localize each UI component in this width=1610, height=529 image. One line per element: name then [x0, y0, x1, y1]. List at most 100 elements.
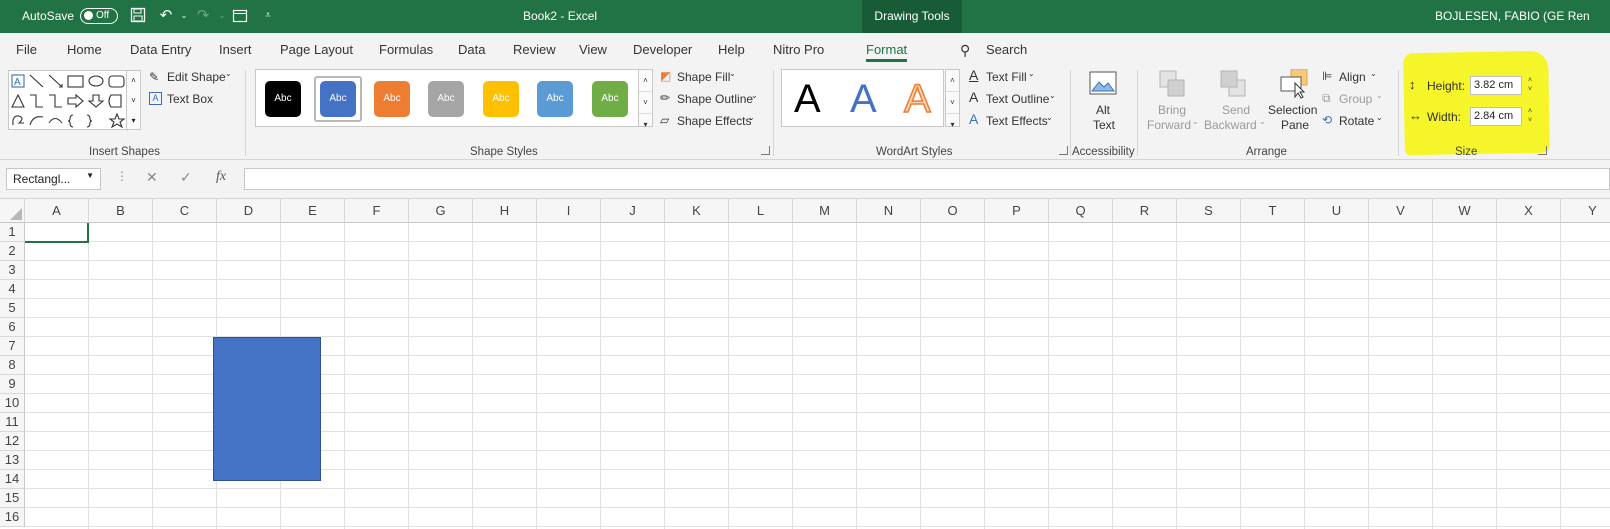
style-swatch-black[interactable]: Abc	[265, 81, 301, 117]
search-label[interactable]: Search	[986, 42, 1027, 57]
tab-developer[interactable]: Developer	[633, 42, 692, 57]
more-icon[interactable]: ▾	[639, 114, 652, 136]
undo-icon[interactable]: ↶	[156, 7, 176, 25]
column-header-c[interactable]: C	[153, 199, 217, 223]
column-header-h[interactable]: H	[473, 199, 537, 223]
shapes-icons[interactable]: A	[9, 71, 134, 131]
column-header-y[interactable]: Y	[1561, 199, 1610, 223]
column-header-o[interactable]: O	[921, 199, 985, 223]
text-fill-button[interactable]: Text Fill	[986, 70, 1027, 84]
column-header-v[interactable]: V	[1369, 199, 1433, 223]
column-header-n[interactable]: N	[857, 199, 921, 223]
customize-toolbar-icon[interactable]: ⩡	[258, 7, 278, 25]
shape-styles-launcher-icon[interactable]	[761, 146, 770, 155]
select-all-corner[interactable]	[0, 199, 25, 223]
column-header-w[interactable]: W	[1433, 199, 1497, 223]
wordart-style-blue[interactable]: A	[850, 75, 877, 123]
row-header-12[interactable]: 12	[0, 432, 25, 451]
insert-function-icon[interactable]: fx	[216, 169, 226, 185]
save-icon[interactable]	[128, 7, 148, 25]
width-spinner[interactable]: ˄ ˅	[1524, 107, 1536, 126]
align-button[interactable]: Align	[1339, 70, 1366, 84]
wordart-launcher-icon[interactable]	[1059, 146, 1068, 155]
wordart-style-orange[interactable]: A	[903, 75, 931, 123]
column-header-b[interactable]: B	[89, 199, 153, 223]
column-header-t[interactable]: T	[1241, 199, 1305, 223]
tab-insert[interactable]: Insert	[219, 42, 252, 57]
style-swatch-gray[interactable]: Abc	[428, 81, 464, 117]
row-header-3[interactable]: 3	[0, 261, 25, 280]
row-header-16[interactable]: 16	[0, 508, 25, 527]
selection-pane-label-2[interactable]: Pane	[1281, 118, 1309, 132]
rotate-dropdown-icon[interactable]: ⌄	[1376, 113, 1383, 122]
tab-data[interactable]: Data	[458, 42, 485, 57]
name-box[interactable]: Rectangl... ▼	[6, 168, 101, 190]
text-effects-dropdown-icon[interactable]: ⌄	[1046, 113, 1053, 122]
selection-pane-icon[interactable]	[1280, 68, 1308, 99]
tab-page-layout[interactable]: Page Layout	[280, 42, 353, 57]
text-effects-button[interactable]: Text Effects	[986, 114, 1048, 128]
shapes-gallery-scroll[interactable]: ˄ ˅ ▾	[126, 70, 141, 130]
row-header-14[interactable]: 14	[0, 470, 25, 489]
column-header-u[interactable]: U	[1305, 199, 1369, 223]
row-header-15[interactable]: 15	[0, 489, 25, 508]
column-header-l[interactable]: L	[729, 199, 793, 223]
scroll-up-icon[interactable]: ˄	[639, 70, 652, 92]
tab-view[interactable]: View	[579, 42, 607, 57]
width-input[interactable]: 2.84 cm	[1470, 107, 1522, 126]
worksheet-grid[interactable]: ABCDEFGHIJKLMNOPQRSTUVWXY 1 2 3 4 5 6 7 8 9 10 11 1…	[0, 198, 1610, 529]
rotate-button[interactable]: Rotate	[1339, 114, 1374, 128]
text-box-button[interactable]: Text Box	[167, 92, 213, 106]
row-header-6[interactable]: 6	[0, 318, 25, 337]
shape-effects-button[interactable]: Shape Effects	[677, 114, 752, 128]
formula-bar-grip-icon[interactable]: ⋮	[116, 169, 128, 183]
style-swatch-light-blue[interactable]: Abc	[537, 81, 573, 117]
style-swatch-gold[interactable]: Abc	[483, 81, 519, 117]
tab-nitro-pro[interactable]: Nitro Pro	[773, 42, 824, 57]
wordart-scroll[interactable]: ˄ ˅ ▾	[945, 69, 960, 129]
formula-input[interactable]	[244, 168, 1610, 190]
shape-outline-dropdown-icon[interactable]: ⌄	[751, 91, 758, 100]
column-header-m[interactable]: M	[793, 199, 857, 223]
tab-help[interactable]: Help	[718, 42, 745, 57]
enter-icon[interactable]: ✓	[180, 169, 192, 186]
column-header-k[interactable]: K	[665, 199, 729, 223]
shape-outline-button[interactable]: Shape Outline	[677, 92, 753, 106]
scroll-down-icon[interactable]: ˅	[639, 92, 652, 114]
column-header-g[interactable]: G	[409, 199, 473, 223]
text-fill-dropdown-icon[interactable]: ⌄	[1028, 69, 1035, 78]
height-spinner[interactable]: ˄ ˅	[1524, 76, 1536, 95]
shape-styles-scroll[interactable]: ˄ ˅ ▾	[638, 69, 653, 129]
edit-shape-button[interactable]: Edit Shape	[167, 70, 226, 84]
shapes-gallery[interactable]: A	[8, 70, 134, 131]
row-header-7[interactable]: 7	[0, 337, 25, 356]
tab-data-entry[interactable]: Data Entry	[130, 42, 191, 57]
alt-text-icon[interactable]	[1089, 71, 1117, 97]
tab-formulas[interactable]: Formulas	[379, 42, 433, 57]
column-header-i[interactable]: I	[537, 199, 601, 223]
row-header-8[interactable]: 8	[0, 356, 25, 375]
column-header-x[interactable]: X	[1497, 199, 1561, 223]
rectangle-shape[interactable]	[213, 337, 321, 481]
tab-home[interactable]: Home	[67, 42, 102, 57]
row-header-2[interactable]: 2	[0, 242, 25, 261]
form-icon[interactable]	[230, 7, 250, 25]
column-header-s[interactable]: S	[1177, 199, 1241, 223]
row-header-1[interactable]: 1	[0, 223, 25, 242]
wordart-style-black[interactable]: A	[794, 75, 821, 123]
user-name[interactable]: BOJLESEN, FABIO (GE Ren	[1435, 9, 1590, 23]
selection-pane-label-1[interactable]: Selection	[1268, 103, 1317, 117]
search-icon[interactable]: ⚲	[960, 42, 970, 59]
align-dropdown-icon[interactable]: ⌄	[1370, 69, 1377, 78]
tab-file[interactable]: File	[16, 42, 37, 57]
name-box-dropdown-icon[interactable]: ▼	[86, 171, 94, 180]
height-input[interactable]: 3.82 cm	[1470, 76, 1522, 95]
cancel-icon[interactable]: ✕	[146, 169, 158, 186]
column-header-d[interactable]: D	[217, 199, 281, 223]
column-header-a[interactable]: A	[25, 199, 89, 223]
undo-dropdown-icon[interactable]: ⌄	[174, 7, 194, 25]
column-header-r[interactable]: R	[1113, 199, 1177, 223]
column-header-j[interactable]: J	[601, 199, 665, 223]
autosave-toggle[interactable]: Off	[80, 8, 118, 24]
row-header-11[interactable]: 11	[0, 413, 25, 432]
